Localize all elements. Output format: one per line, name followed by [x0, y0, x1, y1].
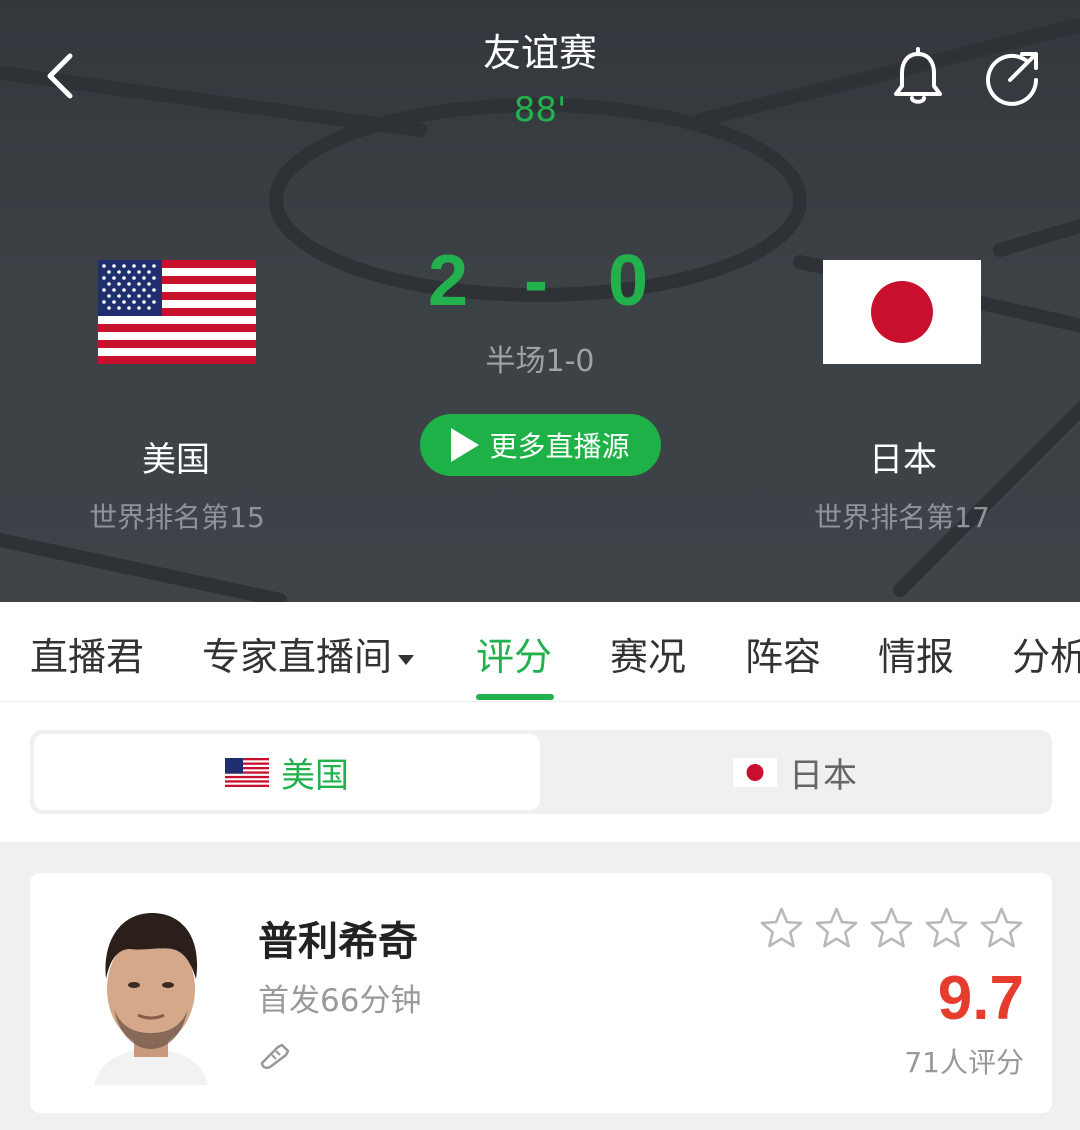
team-switch-away[interactable]: 日本	[542, 734, 1048, 810]
tab-bar: 直播君 专家直播间 评分 赛况 阵容 情报 分析	[0, 602, 1080, 702]
team-switch: 美国 日本	[30, 730, 1052, 814]
halftime-score: 半场1-0	[485, 344, 595, 379]
star-rating[interactable]	[758, 905, 1026, 953]
player-rating-card[interactable]: 普利希奇 首发66分钟 9.7 71人评分	[30, 873, 1052, 1113]
player-minutes: 首发66分钟	[258, 983, 422, 1019]
star-icon[interactable]	[758, 905, 805, 952]
boot-icon	[260, 1043, 290, 1070]
star-icon[interactable]	[813, 905, 860, 952]
back-arrow-icon[interactable]	[40, 50, 84, 102]
player-name: 普利希奇	[258, 919, 418, 965]
dropdown-caret-icon	[398, 654, 415, 665]
home-team-rank: 世界排名第15	[89, 501, 265, 534]
share-icon[interactable]	[984, 46, 1044, 106]
tab-rating[interactable]: 评分	[476, 626, 552, 681]
tab-lineup[interactable]: 阵容	[745, 626, 821, 681]
tab-expert-room[interactable]: 专家直播间	[202, 626, 415, 681]
jp-flag-icon	[733, 757, 777, 787]
away-team-name[interactable]: 日本	[783, 432, 1023, 481]
player-rating: 9.7	[937, 964, 1024, 1033]
play-icon	[451, 428, 480, 462]
bell-icon[interactable]	[890, 46, 946, 106]
player-avatar	[86, 899, 216, 1085]
tab-live-host[interactable]: 直播君	[30, 626, 144, 681]
active-tab-indicator	[476, 694, 554, 700]
jp-flag-icon	[823, 260, 981, 364]
more-live-sources-button[interactable]: 更多直播源	[420, 414, 661, 476]
team-switch-home[interactable]: 美国	[34, 734, 540, 810]
us-flag-icon	[98, 260, 256, 364]
star-icon[interactable]	[868, 905, 915, 952]
away-score: 0	[608, 241, 649, 321]
rating-count: 71人评分	[904, 1046, 1024, 1079]
star-icon[interactable]	[978, 905, 1025, 952]
us-flag-icon	[225, 757, 269, 787]
tab-expert-room-label: 专家直播间	[202, 635, 393, 679]
score: 2 - 0	[400, 240, 680, 330]
team-switch-home-label: 美国	[281, 755, 349, 796]
tab-intel[interactable]: 情报	[878, 626, 954, 681]
home-score: 2	[428, 241, 469, 321]
star-icon[interactable]	[923, 905, 970, 952]
home-team-name[interactable]: 美国	[56, 432, 296, 481]
tab-match-events[interactable]: 赛况	[610, 626, 686, 681]
team-switch-area: 美国 日本	[0, 702, 1080, 842]
match-header: 友谊赛 88' 2 - 0 半场1-0 更多直播源 美国 世界排名第15 日本 …	[0, 0, 1080, 602]
team-switch-away-label: 日本	[789, 755, 857, 796]
tab-analysis[interactable]: 分析	[1012, 626, 1080, 681]
away-team-rank: 世界排名第17	[814, 501, 990, 534]
score-separator: -	[524, 241, 548, 321]
match-minute: 88'	[513, 90, 567, 130]
match-title: 友谊赛	[482, 31, 597, 75]
live-button-label: 更多直播源	[489, 430, 630, 463]
